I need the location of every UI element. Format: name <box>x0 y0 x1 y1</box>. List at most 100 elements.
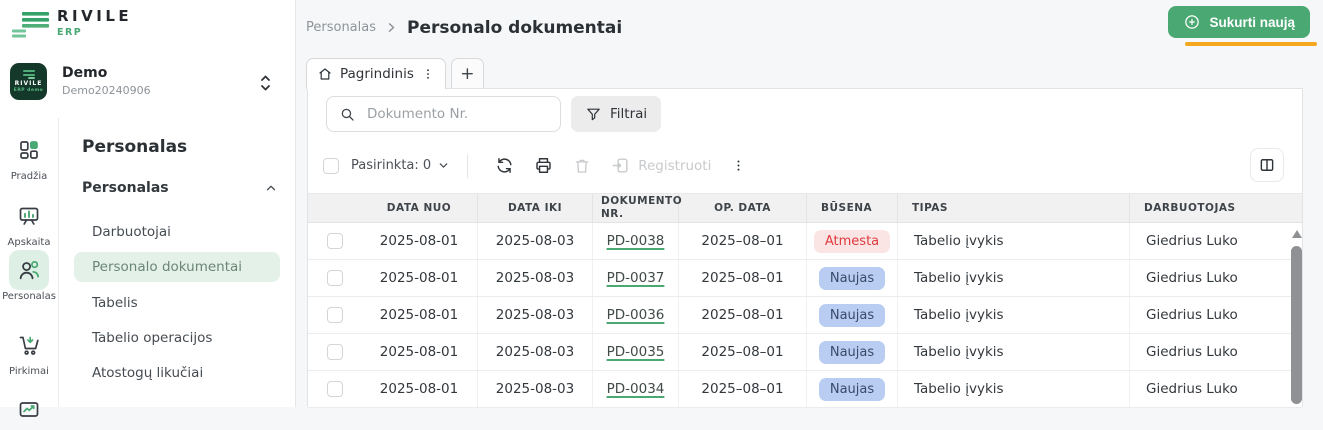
search-input[interactable] <box>365 105 539 123</box>
column-layout-button[interactable] <box>1250 148 1284 182</box>
cell-op-data: 2025–08–01 <box>679 297 807 333</box>
column-header-darbuotojas[interactable]: DARBUOTOJAS <box>1130 194 1302 222</box>
cell-data-iki: 2025-08-03 <box>478 334 593 370</box>
toolbar-kebab-button[interactable] <box>731 158 746 173</box>
cell-data-iki: 2025-08-03 <box>478 371 593 407</box>
tab-bar: Pagrindinis + <box>306 58 484 89</box>
create-new-button[interactable]: Sukurti naują <box>1168 6 1310 38</box>
nav-rail-label: Pirkimai <box>0 366 58 377</box>
cell-darbuotojas: Giedrius Luko <box>1130 260 1302 296</box>
print-button[interactable] <box>534 156 553 175</box>
row-checkbox[interactable] <box>327 381 343 397</box>
sidebar-section-personalas[interactable]: Personalas <box>82 180 278 196</box>
cell-tipas: Tabelio įvykis <box>898 223 1130 259</box>
status-badge: Naujas <box>819 378 885 401</box>
workspace-avatar: RIVILE ERP demo <box>10 63 47 100</box>
register-button[interactable]: Registruoti <box>611 156 711 175</box>
cell-data-nuo: 2025-08-01 <box>361 260 478 296</box>
table-row[interactable]: 2025-08-01 2025-08-03 PD-0035 2025–08–01… <box>308 334 1302 371</box>
breadcrumb-parent[interactable]: Personalas <box>306 20 376 35</box>
chart-board-icon <box>9 196 49 236</box>
nav-rail-item-partial[interactable] <box>0 390 58 430</box>
nav-rail-item-pradzia[interactable]: Pradžia <box>0 130 58 182</box>
filter-funnel-icon <box>585 106 602 123</box>
tab-label: Pagrindinis <box>340 66 414 82</box>
table-row[interactable]: 2025-08-01 2025-08-03 PD-0036 2025–08–01… <box>308 297 1302 334</box>
cell-op-data: 2025–08–01 <box>679 223 807 259</box>
dashboard-grid-icon <box>9 130 49 170</box>
status-badge: Naujas <box>819 341 885 364</box>
nav-rail-item-personalas[interactable]: Personalas <box>0 250 58 302</box>
tab-pagrindinis[interactable]: Pagrindinis <box>306 58 446 89</box>
cell-data-nuo: 2025-08-01 <box>361 297 478 333</box>
trash-icon <box>573 157 591 175</box>
row-checkbox[interactable] <box>327 344 343 360</box>
filters-button[interactable]: Filtrai <box>571 96 661 132</box>
people-icon <box>9 250 49 290</box>
workspace-switch-icon[interactable] <box>258 72 273 98</box>
add-tab-button[interactable]: + <box>451 58 484 88</box>
sidebar-item-atostogu-likuciai[interactable]: Atostogų likučiai <box>74 358 280 388</box>
create-new-label: Sukurti naują <box>1209 15 1295 30</box>
document-link[interactable]: PD-0036 <box>607 307 665 323</box>
workspace-selector[interactable]: RIVILE ERP demo Demo Demo20240906 <box>0 60 296 108</box>
page-title: Personalo dokumentai <box>407 18 622 38</box>
row-checkbox[interactable] <box>327 307 343 323</box>
cell-darbuotojas: Giedrius Luko <box>1130 371 1302 407</box>
document-link[interactable]: PD-0037 <box>607 270 665 286</box>
cell-op-data: 2025–08–01 <box>679 371 807 407</box>
content-panel: Filtrai Pasirinkta: 0 <box>307 88 1303 407</box>
cell-tipas: Tabelio įvykis <box>898 260 1130 296</box>
document-search <box>326 96 561 132</box>
column-header-op-data[interactable]: OP. DATA <box>679 194 807 222</box>
cell-data-iki: 2025-08-03 <box>478 223 593 259</box>
home-icon <box>317 66 333 82</box>
brand-name: RIVILE <box>57 9 132 24</box>
table-body: 2025-08-01 2025-08-03 PD-0038 2025–08–01… <box>308 223 1302 408</box>
column-header-data-nuo[interactable]: DATA NUO <box>361 194 478 222</box>
selected-count-label: Pasirinkta: 0 <box>351 158 431 173</box>
nav-rail-label: Pradžia <box>0 171 58 182</box>
table-row[interactable]: 2025-08-01 2025-08-03 PD-0034 2025–08–01… <box>308 371 1302 408</box>
cell-darbuotojas: Giedrius Luko <box>1130 223 1302 259</box>
sidebar-item-tabelis[interactable]: Tabelis <box>74 288 280 318</box>
nav-rail-item-pirkimai[interactable]: Pirkimai <box>0 325 58 377</box>
document-link[interactable]: PD-0034 <box>607 381 665 397</box>
scrollbar-up-arrow[interactable] <box>1292 230 1302 238</box>
sidebar-item-personalo-dokumentai[interactable]: Personalo dokumentai <box>74 252 280 282</box>
row-checkbox[interactable] <box>327 270 343 286</box>
column-header-tipas[interactable]: TIPAS <box>898 194 1130 222</box>
tab-kebab-icon[interactable] <box>421 67 435 81</box>
table-row[interactable]: 2025-08-01 2025-08-03 PD-0037 2025–08–01… <box>308 260 1302 297</box>
column-header-busena[interactable]: BŪSENA <box>807 194 898 222</box>
plus-circle-icon <box>1183 13 1201 31</box>
scrollbar-thumb[interactable] <box>1291 246 1302 404</box>
brand-logo: RIVILE ERP <box>12 9 132 39</box>
sidebar-item-tabelio-operacijos[interactable]: Tabelio operacijos <box>74 323 280 353</box>
refresh-button[interactable] <box>495 156 514 175</box>
header-checkbox-cell <box>308 194 361 222</box>
table-row[interactable]: 2025-08-01 2025-08-03 PD-0038 2025–08–01… <box>308 223 1302 260</box>
cell-tipas: Tabelio įvykis <box>898 334 1130 370</box>
column-header-dokumento-nr[interactable]: DOKUMENTO NR. <box>593 194 679 222</box>
refresh-icon <box>495 156 514 175</box>
table-toolbar: Pasirinkta: 0 <box>308 145 1302 186</box>
rail-divider <box>58 118 59 407</box>
table-header: DATA NUO DATA IKI DOKUMENTO NR. OP. DATA… <box>308 193 1302 223</box>
cell-darbuotojas: Giedrius Luko <box>1130 297 1302 333</box>
select-all-checkbox[interactable] <box>323 158 339 174</box>
status-badge: Naujas <box>819 267 885 290</box>
document-link[interactable]: PD-0038 <box>607 233 665 249</box>
sidebar-title: Personalas <box>82 137 187 157</box>
row-checkbox[interactable] <box>327 233 343 249</box>
column-header-data-iki[interactable]: DATA IKI <box>478 194 593 222</box>
app-window: RIVILE ERP RIVILE ERP demo Demo Demo2024… <box>0 0 1323 407</box>
nav-rail-item-apskaita[interactable]: Apskaita <box>0 196 58 248</box>
sidebar-item-darbuotojai[interactable]: Darbuotojai <box>74 217 280 247</box>
nav-rail-label: Apskaita <box>0 237 58 248</box>
delete-button[interactable] <box>573 157 591 175</box>
chevron-right-icon <box>385 21 398 34</box>
register-icon <box>611 156 630 175</box>
document-link[interactable]: PD-0035 <box>607 344 665 360</box>
chevron-down-icon[interactable] <box>437 159 450 172</box>
